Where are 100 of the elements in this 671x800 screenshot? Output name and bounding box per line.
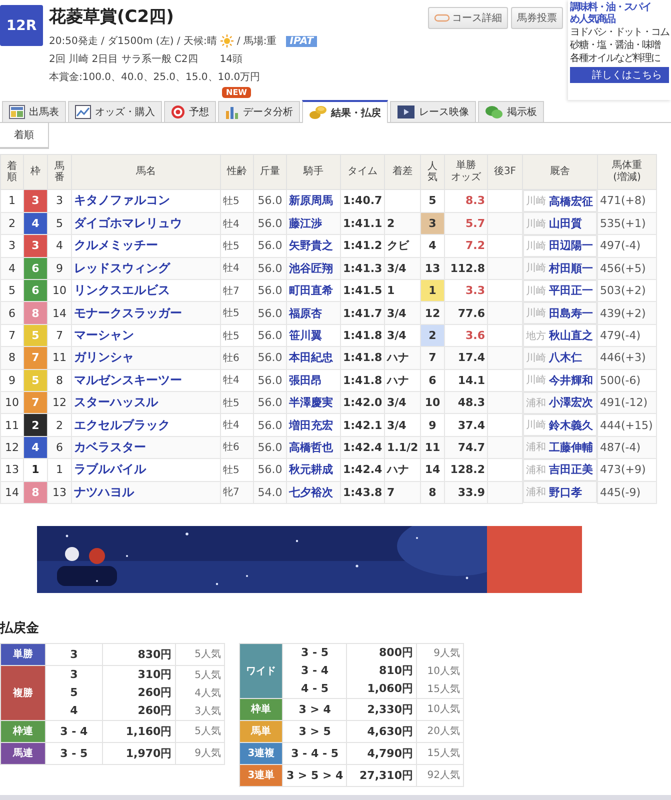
jockey-link[interactable]: 七夕裕次 — [286, 481, 340, 504]
horse-name-link[interactable]: エクセルブラック — [72, 414, 220, 436]
jockey-link[interactable]: 高橋哲也 — [286, 436, 340, 459]
horse-name-link[interactable]: クルメミッチー — [72, 234, 220, 258]
ad-details-button[interactable]: 詳しくはこちら — [570, 67, 669, 83]
table-cell: 3 - 5 — [46, 742, 102, 764]
region-label: 川崎 — [526, 374, 546, 388]
horse-name-link[interactable]: カベラスター — [72, 436, 220, 459]
column-header: 後3F — [492, 166, 518, 178]
horse-name-link[interactable]: キタノファルコン — [72, 190, 220, 212]
jockey-link[interactable]: 本田紀忠 — [286, 346, 340, 370]
nav-tab[interactable]: データ分析 — [218, 101, 300, 122]
trainer-link[interactable]: 平田正一 — [549, 283, 593, 298]
course-detail-button[interactable]: コース詳細 — [428, 7, 508, 29]
horse-name-link[interactable]: ラブルバイル — [72, 458, 220, 482]
nav-tab[interactable]: 出馬表 — [2, 101, 66, 122]
trainer-link[interactable]: 村田順一 — [549, 260, 593, 276]
table-cell: 3 > 4 — [282, 698, 347, 720]
horse-name-link[interactable]: スターハッスル — [72, 392, 220, 414]
table-cell: 8 — [420, 481, 444, 504]
target-icon — [171, 105, 185, 119]
table-cell: 8.3 — [444, 190, 488, 212]
column-header: 枠 — [30, 166, 42, 178]
table-cell: 15人気 — [416, 742, 464, 764]
frame-number-cell: 3 — [24, 190, 48, 212]
trainer-link[interactable]: 工藤伸輔 — [549, 440, 593, 455]
table-cell: 9 — [420, 414, 444, 436]
table-cell: 5人気 — [175, 720, 224, 742]
nav-tab[interactable]: レース映像 — [390, 101, 476, 122]
table-cell: 33.9 — [444, 481, 488, 504]
jockey-link[interactable]: 秋元耕成 — [286, 458, 340, 482]
table-cell: 1:42.0 — [340, 392, 384, 414]
bet-button[interactable]: 馬券投票 — [511, 7, 563, 29]
trainer-link[interactable]: 鈴木義久 — [549, 418, 593, 433]
table-cell: 473(+9) — [598, 458, 656, 482]
jockey-link[interactable]: 半澤慶実 — [286, 392, 340, 414]
frame-number-cell: 4 — [24, 212, 48, 235]
table-cell: 74.7 — [444, 436, 488, 459]
table-cell: 1:41.7 — [340, 302, 384, 324]
trainer-link[interactable]: 八木仁 — [549, 350, 582, 366]
table-cell: 4人気 — [175, 684, 224, 702]
nav-tab[interactable]: 予想 — [164, 101, 216, 122]
table-cell: 2 — [0, 212, 24, 235]
trainer-link[interactable]: 野口孝 — [549, 484, 582, 500]
nav-tab[interactable]: 結果・払戻 — [302, 100, 388, 123]
table-cell: 37.4 — [444, 414, 488, 436]
frame-number-cell: 1 — [24, 458, 48, 482]
region-label: 地方 — [526, 330, 546, 343]
sub-tab[interactable]: 着順 — [0, 123, 49, 149]
table-cell: 497(-4) — [598, 234, 656, 258]
coins-icon — [309, 105, 327, 120]
jockey-link[interactable]: 矢野貴之 — [286, 234, 340, 258]
jockey-link[interactable]: 福原杏 — [286, 302, 340, 324]
table-cell: 471(+8) — [598, 190, 656, 212]
table-cell: 2 — [48, 414, 72, 436]
bet-type-label: 枠連 — [0, 720, 46, 742]
trainer-link[interactable]: 高橋宏征 — [549, 194, 593, 209]
table-cell: 810円 — [346, 662, 416, 680]
bar-chart-icon — [225, 105, 239, 119]
ad-headline[interactable]: 調味料・油・スパイ — [570, 2, 671, 14]
trainer-link[interactable]: 秋山直之 — [549, 328, 593, 344]
table-cell: 13 — [420, 257, 444, 280]
column-header: 着差 — [392, 166, 414, 178]
nav-tab[interactable]: オッズ・購入 — [68, 101, 162, 122]
horse-name-link[interactable]: ダイゴホマレリュウ — [72, 212, 220, 235]
jockey-link[interactable]: 新原周馬 — [286, 190, 340, 212]
horse-name-link[interactable]: ガリンシャ — [72, 346, 220, 370]
trainer-link[interactable]: 山田質 — [549, 216, 582, 232]
table-cell: 56.0 — [254, 414, 286, 436]
table-cell: 5 — [46, 684, 102, 702]
table-cell: 535(+1) — [598, 212, 656, 235]
bet-type-label: 枠単 — [240, 698, 283, 720]
table-cell: 11 — [48, 346, 72, 370]
sun-icon — [220, 34, 234, 48]
ad-headline[interactable]: め人気商品 — [570, 14, 671, 26]
trainer-link[interactable]: 田島寿一 — [549, 306, 593, 321]
jockey-link[interactable]: 池谷匠翔 — [286, 257, 340, 280]
table-cell: 14 — [0, 481, 24, 504]
region-label: 川崎 — [526, 284, 546, 298]
horse-name-link[interactable]: ナツハヨル — [72, 481, 220, 504]
horse-name-link[interactable]: レッドスウィング — [72, 257, 220, 280]
table-cell: 1:42.4 — [340, 458, 384, 482]
table-cell: 14 — [48, 302, 72, 324]
jockey-link[interactable]: 藤江渉 — [286, 212, 340, 235]
bet-type-label: 単勝 — [0, 643, 46, 666]
column-header: 性齢 — [226, 166, 248, 178]
column-header: 単勝 — [455, 160, 477, 172]
table-cell: 1,970円 — [102, 742, 176, 764]
table-cell: 5人気 — [175, 643, 224, 666]
race-meta: 2回 川崎 2日目 サラ系一般 C2四 — [49, 52, 198, 66]
column-header: 騎手 — [302, 166, 324, 178]
trainer-link[interactable]: 田辺陽一 — [549, 238, 593, 254]
horse-name-link[interactable]: モナークスラッガー — [72, 302, 220, 324]
region-label: 川崎 — [526, 352, 546, 365]
nav-tab[interactable]: 掲示板 — [478, 101, 544, 122]
ad-text: ヨドバシ・ドット・コム — [570, 26, 670, 39]
trainer-link[interactable]: 小澤宏次 — [549, 395, 593, 410]
trainer-link[interactable]: 吉田正美 — [549, 462, 593, 478]
trainer-link[interactable]: 今井輝和 — [549, 372, 593, 388]
jockey-link[interactable]: 増田充宏 — [286, 414, 340, 436]
